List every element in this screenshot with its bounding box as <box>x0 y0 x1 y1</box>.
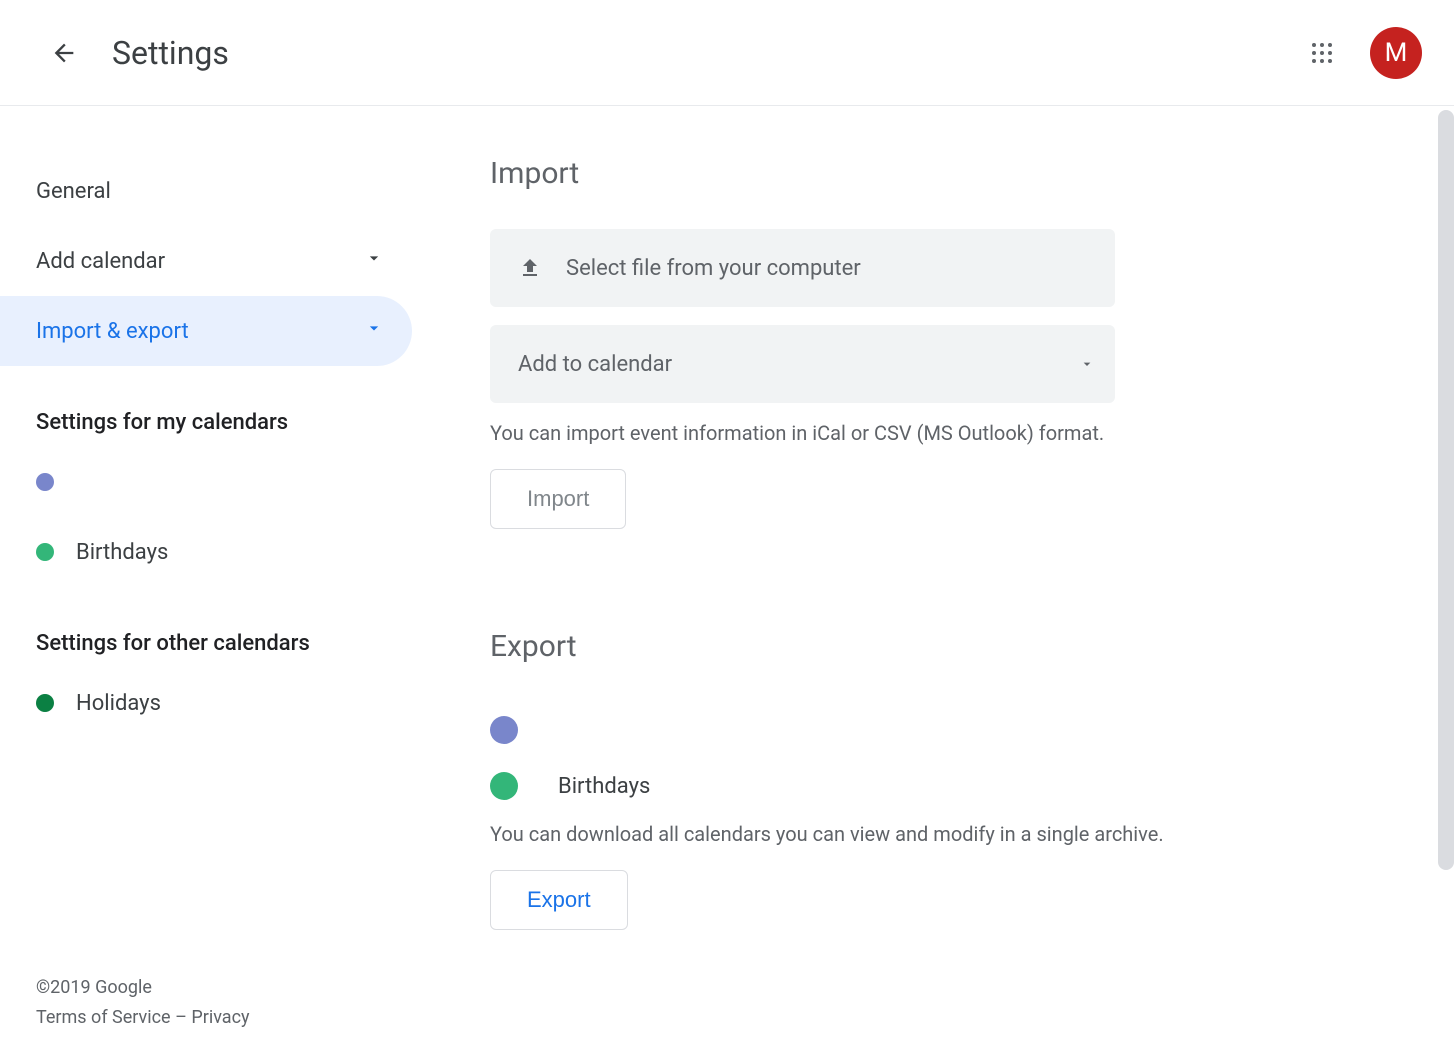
sidebar-footer: ©2019 Google Terms of Service – Privacy <box>36 973 250 1034</box>
export-title: Export <box>490 629 1394 664</box>
export-calendar-row <box>490 702 1394 758</box>
sidebar-item-label: Import & export <box>36 319 189 344</box>
select-file-label: Select file from your computer <box>566 256 861 281</box>
copyright-text: ©2019 Google <box>36 973 250 1004</box>
page-title: Settings <box>112 34 229 72</box>
import-helper-text: You can import event information in iCal… <box>490 421 1394 445</box>
main-content: Import Select file from your computer Ad… <box>420 106 1454 1058</box>
chevron-down-icon <box>364 248 384 274</box>
header: Settings M <box>0 0 1454 106</box>
apps-grid-icon <box>1310 41 1334 65</box>
calendar-color-dot <box>490 772 518 800</box>
scrollbar[interactable] <box>1438 110 1454 870</box>
calendar-color-dot <box>36 543 54 561</box>
my-calendar-row[interactable]: Birthdays <box>0 517 420 587</box>
export-calendar-row: Birthdays <box>490 758 1394 814</box>
add-to-calendar-label: Add to calendar <box>518 352 672 377</box>
add-to-calendar-select[interactable]: Add to calendar <box>490 325 1115 403</box>
upload-icon <box>518 256 542 280</box>
arrow-left-icon <box>50 39 78 67</box>
calendar-color-dot <box>490 716 518 744</box>
privacy-link[interactable]: Privacy <box>191 1007 249 1028</box>
calendar-color-dot <box>36 694 54 712</box>
other-calendar-row[interactable]: Holidays <box>0 668 420 738</box>
sidebar-heading-my-calendars: Settings for my calendars <box>0 410 420 435</box>
sidebar: General Add calendar Import & export Set… <box>0 106 420 1058</box>
import-title: Import <box>490 156 1394 191</box>
apps-button[interactable] <box>1298 29 1346 77</box>
sidebar-item-label: General <box>36 179 111 204</box>
sidebar-item-label: Add calendar <box>36 249 165 274</box>
sidebar-item-import-export[interactable]: Import & export <box>0 296 412 366</box>
my-calendar-row[interactable] <box>0 447 420 517</box>
calendar-label: Birthdays <box>558 774 650 799</box>
account-av avatar[interactable]: M <box>1370 27 1422 79</box>
calendar-label: Birthdays <box>76 540 168 565</box>
export-section: Export Birthdays You can download all ca… <box>490 629 1394 930</box>
dropdown-icon <box>1079 356 1095 372</box>
select-file-button[interactable]: Select file from your computer <box>490 229 1115 307</box>
export-button[interactable]: Export <box>490 870 628 930</box>
calendar-color-dot <box>36 473 54 491</box>
calendar-label: Holidays <box>76 691 161 716</box>
chevron-down-icon <box>364 318 384 344</box>
body: General Add calendar Import & export Set… <box>0 106 1454 1058</box>
import-button[interactable]: Import <box>490 469 626 529</box>
back-button[interactable] <box>40 29 88 77</box>
header-actions: M <box>1298 27 1422 79</box>
terms-link[interactable]: Terms of Service <box>36 1007 171 1028</box>
sidebar-item-add-calendar[interactable]: Add calendar <box>0 226 412 296</box>
footer-sep: – <box>171 1007 192 1028</box>
export-helper-text: You can download all calendars you can v… <box>490 822 1394 846</box>
sidebar-item-general[interactable]: General <box>0 156 412 226</box>
sidebar-heading-other-calendars: Settings for other calendars <box>0 631 420 656</box>
